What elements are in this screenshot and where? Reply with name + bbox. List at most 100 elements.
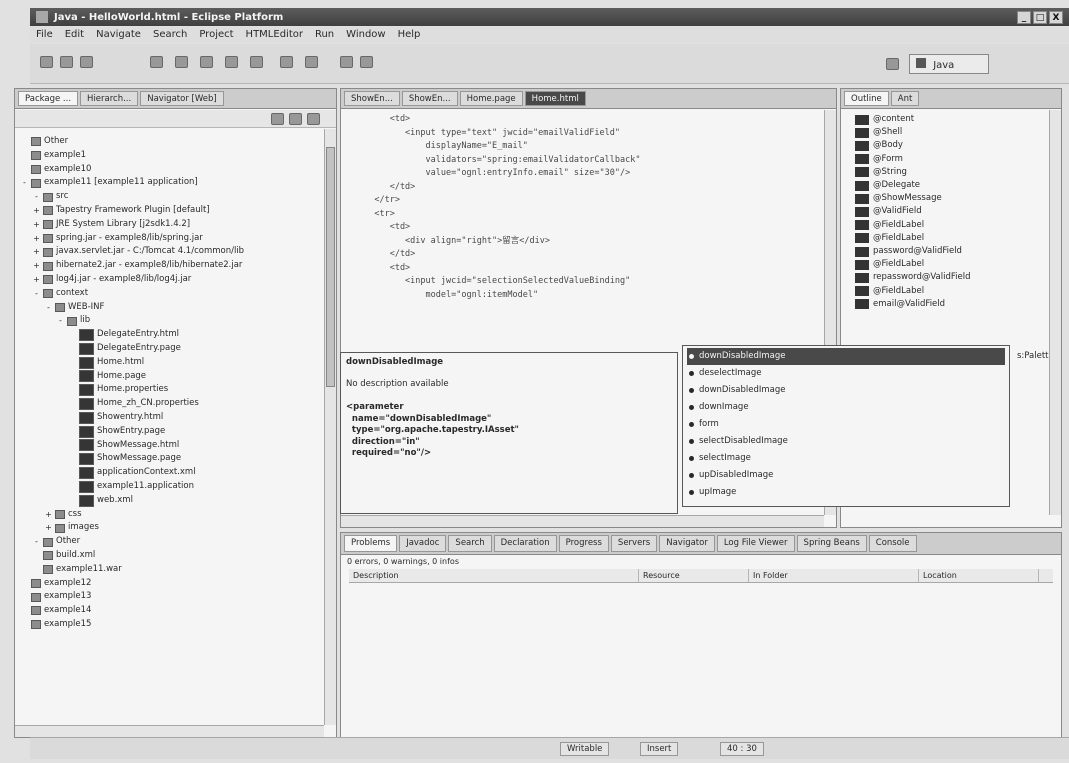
tab-view-9[interactable]: Console <box>868 535 917 552</box>
tree-item[interactable]: + Tapestry Framework Plugin [default] <box>21 204 244 218</box>
code-line[interactable]: value="ognl:entryInfo.email" size="30"/> <box>359 167 640 181</box>
collapse-all-icon[interactable] <box>271 113 284 125</box>
outline-item[interactable]: password@ValidField <box>855 245 971 258</box>
menu-navigate[interactable]: Navigate <box>96 29 141 41</box>
search-icon[interactable] <box>305 56 318 68</box>
tree-item[interactable]: - WEB-INF <box>21 301 244 315</box>
outline-item[interactable]: @FieldLabel <box>855 232 971 245</box>
tree-expander-icon[interactable]: + <box>33 232 40 246</box>
save-icon[interactable] <box>60 56 73 68</box>
tab-hierarchy[interactable]: Hierarch... <box>80 91 139 106</box>
tree-item[interactable]: - lib <box>21 314 244 328</box>
tab-showentry-html[interactable]: ShowEn... <box>344 91 400 106</box>
tree-item[interactable]: ShowMessage.html <box>21 439 244 453</box>
perspective-switcher[interactable]: Java <box>909 54 989 74</box>
code-editor[interactable]: <td> <input type="text" jwcid="emailVali… <box>359 113 640 302</box>
tree-item[interactable]: example13 <box>21 590 244 604</box>
tree-expander-icon[interactable]: + <box>33 245 40 259</box>
tree-item[interactable]: + images <box>21 521 244 535</box>
tree-expander-icon[interactable]: + <box>33 273 40 287</box>
forward-icon[interactable] <box>360 56 373 68</box>
code-line[interactable]: <td> <box>359 221 640 235</box>
close-button[interactable]: X <box>1049 10 1063 24</box>
tab-outline[interactable]: Outline <box>844 91 889 106</box>
menu-project[interactable]: Project <box>199 29 233 41</box>
tree-item[interactable]: - src <box>21 190 244 204</box>
tab-showentry-page[interactable]: ShowEn... <box>401 91 458 106</box>
back-icon[interactable] <box>340 56 353 68</box>
tree-item[interactable]: DelegateEntry.html <box>21 328 244 342</box>
code-line[interactable]: validators="spring:emailValidatorCallbac… <box>359 154 641 168</box>
print-icon[interactable] <box>80 56 93 68</box>
outline-item[interactable]: @String <box>855 166 971 179</box>
code-line[interactable]: </tr> <box>359 194 640 208</box>
tab-view-2[interactable]: Search <box>448 535 492 552</box>
tree-item[interactable]: example12 <box>21 577 244 591</box>
open-type-icon[interactable] <box>280 56 293 68</box>
assist-proposal[interactable]: downDisabledImage <box>687 382 1005 399</box>
menu-edit[interactable]: Edit <box>65 29 84 41</box>
new-icon[interactable] <box>40 56 53 68</box>
code-line[interactable]: </td> <box>359 248 640 262</box>
outline-item[interactable]: @Delegate <box>855 179 971 192</box>
tree-expander-icon[interactable]: - <box>33 190 40 204</box>
assist-proposal[interactable]: upImage <box>687 484 1005 501</box>
code-line[interactable]: <tr> <box>359 208 640 222</box>
code-line[interactable]: displayName="E_mail" <box>359 140 640 154</box>
tree-item[interactable]: - Other <box>21 535 244 549</box>
tree-expander-icon[interactable]: + <box>45 521 52 535</box>
tree-expander-icon[interactable]: + <box>33 259 40 273</box>
menu-search[interactable]: Search <box>153 29 187 41</box>
tab-view-0[interactable]: Problems <box>344 535 398 552</box>
menu-file[interactable]: File <box>36 29 53 41</box>
tree-vertical-scrollbar[interactable] <box>324 129 336 725</box>
assist-proposal[interactable]: downDisabledImage <box>687 348 1005 365</box>
tree-item[interactable]: example11.war <box>21 563 244 577</box>
column-resource[interactable]: Resource <box>639 569 749 582</box>
new-class-icon[interactable] <box>250 56 263 68</box>
menu-help[interactable]: Help <box>398 29 421 41</box>
open-perspective-icon[interactable] <box>886 58 899 70</box>
maximize-button[interactable]: □ <box>1033 10 1047 24</box>
tree-expander-icon[interactable]: - <box>21 176 28 190</box>
outline-item[interactable]: @Form <box>855 153 971 166</box>
tree-item[interactable]: Home_zh_CN.properties <box>21 397 244 411</box>
code-line[interactable]: <div align="right">留言</div> <box>359 235 640 249</box>
tree-item[interactable]: Home.page <box>21 370 244 384</box>
outline-item[interactable]: @ValidField <box>855 205 971 218</box>
new-package-icon[interactable] <box>225 56 238 68</box>
outline-item[interactable]: repassword@ValidField <box>855 271 971 284</box>
outline-item[interactable]: email@ValidField <box>855 298 971 311</box>
tree-item[interactable]: example15 <box>21 618 244 632</box>
code-line[interactable]: model="ognl:itemModel" <box>359 289 640 303</box>
assist-proposal[interactable]: form <box>687 416 1005 433</box>
debug-icon[interactable] <box>150 56 163 68</box>
view-menu-icon[interactable] <box>307 113 320 125</box>
tab-view-6[interactable]: Navigator <box>659 535 715 552</box>
tree-item[interactable]: Home.html <box>21 356 244 370</box>
tab-ant[interactable]: Ant <box>890 91 920 106</box>
tree-item[interactable]: - example11 [example11 application] <box>21 176 244 190</box>
run-icon[interactable] <box>175 56 188 68</box>
tree-item[interactable]: web.xml <box>21 494 244 508</box>
tree-item[interactable]: example10 <box>21 163 244 177</box>
tab-view-1[interactable]: Javadoc <box>399 535 447 552</box>
assist-proposal[interactable]: upDisabledImage <box>687 467 1005 484</box>
tree-item[interactable]: applicationContext.xml <box>21 466 244 480</box>
tree-item[interactable]: + spring.jar - example8/lib/spring.jar <box>21 232 244 246</box>
assist-proposal[interactable]: selectDisabledImage <box>687 433 1005 450</box>
outline-item[interactable]: @FieldLabel <box>855 285 971 298</box>
code-line[interactable]: <input type="text" jwcid="emailValidFiel… <box>359 127 640 141</box>
tree-expander-icon[interactable]: - <box>57 314 64 328</box>
new-java-project-icon[interactable] <box>200 56 213 68</box>
column-description[interactable]: Description <box>349 569 639 582</box>
menu-htmleditor[interactable]: HTMLEditor <box>246 29 303 41</box>
outline-item[interactable]: @FieldLabel <box>855 219 971 232</box>
tab-view-7[interactable]: Log File Viewer <box>716 535 795 552</box>
tree-item[interactable]: example14 <box>21 604 244 618</box>
outline-item[interactable]: @Body <box>855 139 971 152</box>
tree-horizontal-scrollbar[interactable] <box>15 725 324 737</box>
tree-item[interactable]: + hibernate2.jar - example8/lib/hibernate… <box>21 259 244 273</box>
tree-expander-icon[interactable]: + <box>33 204 40 218</box>
tree-item[interactable]: DelegateEntry.page <box>21 342 244 356</box>
